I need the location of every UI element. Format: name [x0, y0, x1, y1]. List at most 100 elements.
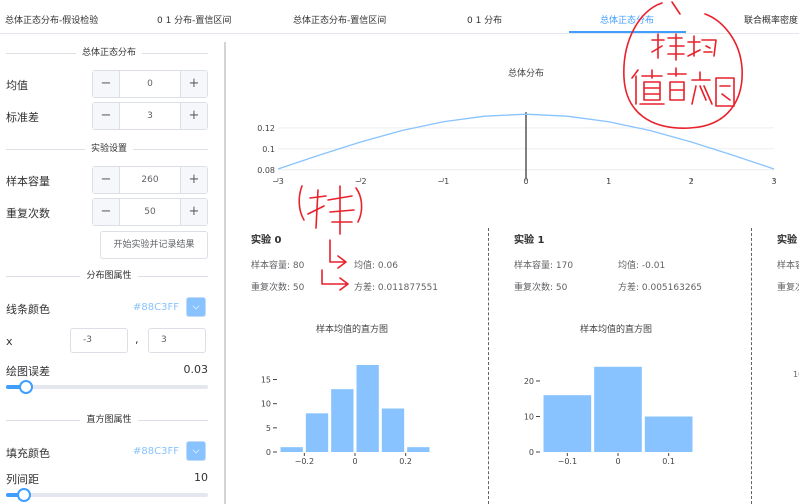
experiment-0-histogram: 0 5 10 15 −0.2 0 0.2 [261, 365, 430, 466]
experiment-2-title: 实验 2 [777, 235, 799, 246]
y-tick-label: 5 [266, 424, 271, 433]
fill-color-picker[interactable] [186, 441, 206, 461]
x-min-input[interactable]: -3 [70, 328, 128, 353]
fill-color-label: 填充颜色 [6, 447, 50, 460]
repeat-count-increment-button[interactable]: + [180, 199, 207, 225]
std-increment-button[interactable]: + [180, 103, 207, 129]
experiment-1-sample-size: 样本容量: 170 [514, 261, 574, 271]
y-tick-label: 0 [266, 448, 271, 457]
histogram-bar [305, 413, 329, 452]
y-tick-label: 20 [524, 377, 534, 386]
active-tab-indicator [569, 31, 686, 33]
x-tick-label: 0.1 [662, 457, 675, 466]
histogram-props-section-title: 直方图属性 [0, 412, 218, 428]
experiment-2-card: 实验 2 样本容量 重复次数 10 [777, 225, 799, 504]
histogram-bar [280, 447, 303, 452]
experiment-0-mean: 均值: 0.06 [354, 261, 398, 271]
experiment-2-y-tick: 10 [793, 370, 799, 379]
histogram-bar [407, 447, 430, 452]
experiment-0-sample-size: 样本容量: 80 [251, 261, 305, 271]
experiment-1-title: 实验 1 [514, 235, 545, 246]
x-tick-label: −1 [437, 177, 449, 186]
bar-spacing-slider[interactable] [6, 493, 208, 497]
sample-size-label: 样本容量 [6, 175, 50, 188]
x-tick-label: −0.2 [295, 457, 314, 466]
bar-spacing-value: 10 [194, 471, 208, 484]
population-chart-axes: 0.08 0.1 0.12 −3 −2 −1 0 1 2 3 [257, 124, 776, 186]
histogram-bar [594, 366, 642, 452]
experiment-1-histogram: 0 10 20 −0.1 0 0.1 [524, 366, 693, 466]
experiment-1-histogram-title: 样本均值的直方图 [580, 325, 653, 335]
y-tick-label: 10 [261, 400, 271, 409]
x-tick-label: −2 [355, 177, 367, 186]
y-tick-label: 0.08 [257, 166, 275, 175]
experiment-1-mean: 均值: -0.01 [618, 261, 666, 271]
y-tick-label: 0.12 [257, 124, 275, 133]
experiment-0-repeat-count: 重复次数: 50 [251, 283, 305, 293]
repeat-count-decrement-button[interactable]: − [93, 199, 120, 225]
sample-size-increment-button[interactable]: + [180, 167, 207, 193]
x-tick-label: 0 [523, 177, 528, 186]
histogram-bar [381, 408, 405, 452]
line-color-picker[interactable] [186, 297, 206, 317]
x-range-label: x [6, 335, 13, 348]
mean-input[interactable]: 0 [120, 71, 180, 97]
plot-error-slider-handle[interactable] [19, 380, 34, 394]
x-tick-label: 3 [771, 177, 776, 186]
histogram-bar [644, 416, 693, 452]
x-range-separator: , [135, 333, 139, 346]
tab-joint-density[interactable]: 联合概率密度 [744, 0, 798, 34]
plot-error-value: 0.03 [183, 363, 209, 376]
tab-normal-confidence-interval[interactable]: 总体正态分布-置信区间 [293, 0, 386, 34]
tab-normal-distribution[interactable]: 总体正态分布 [600, 0, 654, 34]
population-section-title: 总体正态分布 [0, 45, 218, 61]
std-input[interactable]: 3 [120, 103, 180, 129]
experiment-section-title: 实验设置 [0, 141, 218, 157]
x-max-input[interactable]: 3 [148, 328, 206, 353]
std-label: 标准差 [6, 111, 39, 124]
experiment-2-repeat-count: 重复次数 [777, 283, 799, 293]
experiment-1-variance: 方差: 0.005163265 [618, 283, 703, 293]
tab-bar: 总体正态分布-假设检验 0 1 分布-置信区间 总体正态分布-置信区间 0 1 … [0, 0, 799, 34]
y-tick-label: 0 [529, 448, 534, 457]
repeat-count-stepper[interactable]: − 50 + [92, 198, 208, 226]
start-experiment-button[interactable]: 开始实验并记录结果 [100, 231, 208, 259]
y-tick-label: 10 [524, 412, 534, 421]
plot-error-label: 绘图误差 [6, 365, 50, 378]
x-tick-label: 0.2 [399, 457, 412, 466]
sample-size-stepper[interactable]: − 260 + [92, 166, 208, 194]
std-stepper[interactable]: − 3 + [92, 102, 208, 130]
chevron-down-icon [192, 302, 200, 310]
experiment-separator [488, 228, 489, 504]
x-tick-label: 0 [615, 457, 620, 466]
tab-binary-distribution[interactable]: 0 1 分布 [467, 0, 502, 34]
settings-sidebar: 总体正态分布 均值 − 0 + 标准差 − 3 + 实验设置 样本容量 − 26… [0, 35, 218, 504]
y-tick-label: 15 [261, 376, 271, 385]
mean-increment-button[interactable]: + [180, 71, 207, 97]
chevron-down-icon [192, 446, 200, 454]
sample-size-input[interactable]: 260 [120, 167, 180, 193]
line-color-label: 线条颜色 [6, 303, 50, 316]
y-tick-label: 0.1 [262, 145, 275, 154]
histogram-bar [356, 365, 379, 452]
histogram-bar [543, 395, 592, 452]
mean-decrement-button[interactable]: − [93, 71, 120, 97]
x-tick-label: −3 [272, 177, 284, 186]
plot-error-slider[interactable] [6, 385, 208, 389]
std-decrement-button[interactable]: − [93, 103, 120, 129]
experiment-separator [751, 228, 752, 504]
x-tick-label: 2 [689, 177, 694, 186]
repeat-count-input[interactable]: 50 [120, 199, 180, 225]
line-color-value: #88C3FF [133, 302, 179, 313]
bar-spacing-slider-handle[interactable] [17, 488, 32, 502]
mean-stepper[interactable]: − 0 + [92, 70, 208, 98]
mean-label: 均值 [6, 79, 28, 92]
experiment-0-histogram-title: 样本均值的直方图 [316, 325, 389, 335]
population-distribution-chart: 总体分布 0.08 0.1 0.12 −3 −2 −1 0 1 2 3 [257, 67, 776, 186]
tab-binary-confidence-interval[interactable]: 0 1 分布-置信区间 [157, 0, 231, 34]
sample-size-decrement-button[interactable]: − [93, 167, 120, 193]
experiment-0-variance: 方差: 0.011877551 [354, 283, 439, 293]
x-tick-label: 1 [606, 177, 611, 186]
tab-normal-hypothesis-test[interactable]: 总体正态分布-假设检验 [5, 0, 98, 34]
x-tick-label: −0.1 [558, 457, 577, 466]
